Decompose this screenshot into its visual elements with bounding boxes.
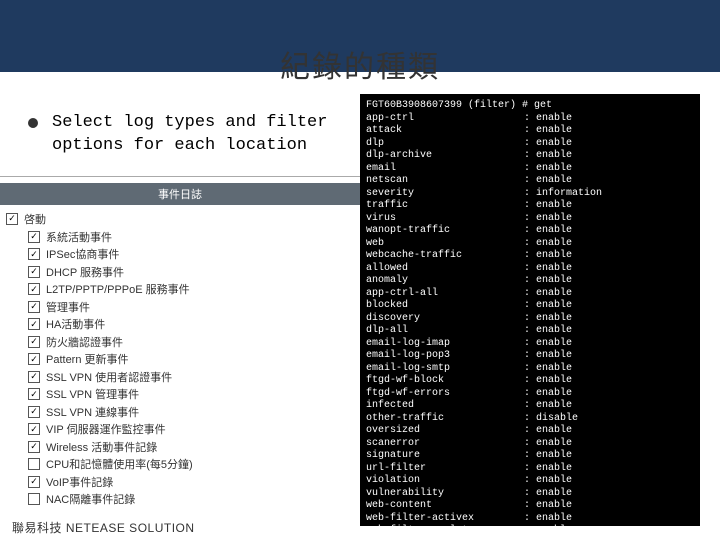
terminal-line: violation: enable xyxy=(366,475,694,488)
terminal-line: anomaly: enable xyxy=(366,275,694,288)
terminal-line: oversized: enable xyxy=(366,425,694,438)
checkbox-icon[interactable] xyxy=(28,283,40,295)
terminal-line: discovery: enable xyxy=(366,313,694,326)
terminal-panel: FGT60B3908607399 (filter) # get app-ctrl… xyxy=(360,94,700,526)
terminal-line: severity: information xyxy=(366,188,694,201)
terminal-line: dlp: enable xyxy=(366,138,694,151)
terminal-line: traffic: enable xyxy=(366,200,694,213)
checkbox-icon[interactable] xyxy=(6,213,18,225)
checkbox-row[interactable]: SSL VPN 使用者認證事件 xyxy=(6,369,350,385)
checkbox-label: NAC隔離事件記錄 xyxy=(46,491,135,507)
terminal-line: ftgd-wf-block: enable xyxy=(366,375,694,388)
checkbox-row[interactable]: SSL VPN 管理事件 xyxy=(6,386,350,402)
terminal-line: email-log-smtp: enable xyxy=(366,363,694,376)
checkbox-row[interactable]: VoIP事件記錄 xyxy=(6,474,350,490)
checkbox-icon[interactable] xyxy=(28,476,40,488)
terminal-line: ftgd-wf-errors: enable xyxy=(366,388,694,401)
checkbox-icon[interactable] xyxy=(28,318,40,330)
terminal-line: web-filter-activex: enable xyxy=(366,513,694,526)
page-title: 紀錄的種類 xyxy=(0,42,720,86)
terminal-line: webcache-traffic: enable xyxy=(366,250,694,263)
terminal-prompt: FGT60B3908607399 (filter) # get xyxy=(366,100,694,113)
bullet-row: Select log types and filter options for … xyxy=(20,112,350,158)
checkbox-label: CPU和記憶體使用率(每5分鐘) xyxy=(46,456,193,472)
checkbox-icon[interactable] xyxy=(28,231,40,243)
terminal-line: web-content: enable xyxy=(366,500,694,513)
terminal-line: email: enable xyxy=(366,163,694,176)
terminal-line: other-traffic: disable xyxy=(366,413,694,426)
checkbox-label: Pattern 更新事件 xyxy=(46,351,129,367)
checkbox-icon[interactable] xyxy=(28,248,40,260)
terminal-line: email-log-imap: enable xyxy=(366,338,694,351)
checkbox-row[interactable]: HA活動事件 xyxy=(6,316,350,332)
terminal-line: vulnerability: enable xyxy=(366,488,694,501)
checkbox-label: SSL VPN 管理事件 xyxy=(46,386,139,402)
checkbox-row[interactable]: 管理事件 xyxy=(6,299,350,315)
content-area: Select log types and filter options for … xyxy=(0,86,720,526)
terminal-line: signature: enable xyxy=(366,450,694,463)
checkbox-label: DHCP 服務事件 xyxy=(46,264,124,280)
checkbox-row[interactable]: Wireless 活動事件記錄 xyxy=(6,439,350,455)
checkbox-icon[interactable] xyxy=(28,336,40,348)
checkbox-icon[interactable] xyxy=(28,266,40,278)
divider xyxy=(0,176,360,177)
checkbox-label: 防火牆認證事件 xyxy=(46,334,123,350)
checkbox-list: 啓動 系統活動事件IPSec協商事件 DHCP 服務事件L2TP/PPTP/PPP… xyxy=(6,211,350,508)
terminal-line: attack: enable xyxy=(366,125,694,138)
checkbox-icon[interactable] xyxy=(28,493,40,505)
checkbox-row[interactable]: 系統活動事件 xyxy=(6,229,350,245)
left-column: Select log types and filter options for … xyxy=(20,94,360,526)
checkbox-label: VoIP事件記錄 xyxy=(46,474,113,490)
checkbox-label: SSL VPN 連線事件 xyxy=(46,404,139,420)
description-text: Select log types and filter options for … xyxy=(52,112,350,158)
checkbox-icon[interactable] xyxy=(28,371,40,383)
checkbox-label: HA活動事件 xyxy=(46,316,105,332)
root-label: 啓動 xyxy=(24,211,46,227)
checkbox-row[interactable]: NAC隔離事件記錄 xyxy=(6,491,350,507)
terminal-line: web-filter-applet: enable xyxy=(366,525,694,526)
checkbox-icon[interactable] xyxy=(28,301,40,313)
checkbox-row[interactable]: CPU和記憶體使用率(每5分鐘) xyxy=(6,456,350,472)
terminal-line: web: enable xyxy=(366,238,694,251)
checkbox-row[interactable]: IPSec協商事件 xyxy=(6,246,350,262)
checkbox-label: 系統活動事件 xyxy=(46,229,112,245)
checkbox-label: IPSec協商事件 xyxy=(46,246,119,262)
terminal-line: scanerror: enable xyxy=(366,438,694,451)
checkbox-icon[interactable] xyxy=(28,441,40,453)
terminal-line: allowed: enable xyxy=(366,263,694,276)
terminal-line: app-ctrl: enable xyxy=(366,113,694,126)
checkbox-icon[interactable] xyxy=(28,423,40,435)
checkbox-icon[interactable] xyxy=(28,353,40,365)
terminal-line: virus: enable xyxy=(366,213,694,226)
checkbox-row[interactable]: VIP 伺服器運作監控事件 xyxy=(6,421,350,437)
checkbox-row[interactable]: Pattern 更新事件 xyxy=(6,351,350,367)
checkbox-icon[interactable] xyxy=(28,406,40,418)
terminal-line: email-log-pop3: enable xyxy=(366,350,694,363)
checkbox-label: 管理事件 xyxy=(46,299,90,315)
checkbox-row[interactable]: L2TP/PPTP/PPPoE 服務事件 xyxy=(6,281,350,297)
terminal-line: infected: enable xyxy=(366,400,694,413)
terminal-line: dlp-all: enable xyxy=(366,325,694,338)
terminal-line: netscan: enable xyxy=(366,175,694,188)
footer-text: 聯易科技 NETEASE SOLUTION xyxy=(12,519,195,536)
terminal-line: wanopt-traffic: enable xyxy=(366,225,694,238)
checkbox-icon[interactable] xyxy=(28,388,40,400)
terminal-line: app-ctrl-all: enable xyxy=(366,288,694,301)
panel-header: 事件日誌 xyxy=(0,183,360,205)
terminal-line: blocked: enable xyxy=(366,300,694,313)
checkbox-label: SSL VPN 使用者認證事件 xyxy=(46,369,172,385)
checkbox-label: VIP 伺服器運作監控事件 xyxy=(46,421,166,437)
checkbox-row[interactable]: DHCP 服務事件 xyxy=(6,264,350,280)
checkbox-row[interactable]: SSL VPN 連線事件 xyxy=(6,404,350,420)
checkbox-row[interactable]: 防火牆認證事件 xyxy=(6,334,350,350)
terminal-line: dlp-archive: enable xyxy=(366,150,694,163)
checkbox-label: L2TP/PPTP/PPPoE 服務事件 xyxy=(46,281,190,297)
terminal-line: url-filter: enable xyxy=(366,463,694,476)
bullet-icon xyxy=(28,118,38,128)
root-checkbox-row[interactable]: 啓動 xyxy=(6,211,350,227)
checkbox-icon[interactable] xyxy=(28,458,40,470)
checkbox-label: Wireless 活動事件記錄 xyxy=(46,439,157,455)
